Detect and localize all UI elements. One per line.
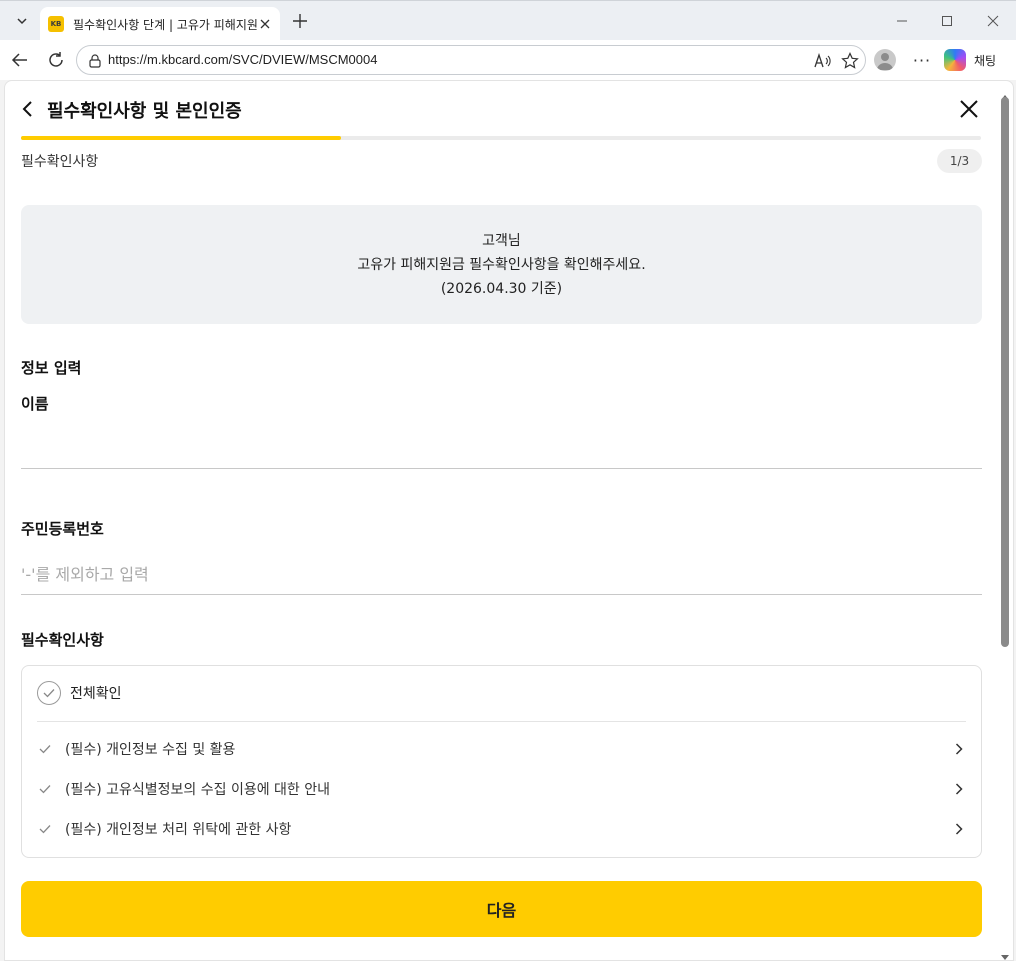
page-content: 필수확인사항 및 본인인증 필수확인사항 1/3 고객님 고유가 피해지원금 필…: [4, 80, 1014, 961]
step-label: 필수확인사항: [21, 154, 99, 170]
agreement-item-outsourcing[interactable]: (필수) 개인정보 처리 위탁에 관한 사항: [37, 817, 967, 841]
browser-tabbar: KB 필수확인사항 단계 | 고유가 피해지원: [0, 0, 1016, 41]
tab-close-icon[interactable]: [256, 15, 274, 33]
tab-list-chevron-icon[interactable]: [8, 7, 36, 35]
name-label: 이름: [21, 395, 49, 413]
agreement-item-label: (필수) 고유식별정보의 수집 이용에 대한 안내: [65, 782, 331, 798]
step-counter-badge: 1/3: [937, 149, 982, 173]
rrn-label: 주민등록번호: [21, 520, 104, 538]
step-progress-bar: [21, 136, 981, 140]
agree-all-checkbox[interactable]: 전체확인: [37, 680, 122, 706]
agreement-item-label: (필수) 개인정보 처리 위탁에 관한 사항: [65, 822, 292, 838]
page-scrollbar-thumb[interactable]: [1001, 97, 1009, 647]
browser-tab[interactable]: KB 필수확인사항 단계 | 고유가 피해지원: [40, 7, 280, 41]
step-progress-fill: [21, 136, 341, 140]
copilot-icon: [944, 49, 966, 71]
url-text[interactable]: https://m.kbcard.com/SVC/DVIEW/MSCM0004: [108, 52, 377, 67]
url-field[interactable]: https://m.kbcard.com/SVC/DVIEW/MSCM0004: [76, 45, 866, 75]
back-chevron-icon[interactable]: [17, 97, 37, 121]
name-input[interactable]: [21, 429, 982, 469]
notice-box: 고객님 고유가 피해지원금 필수확인사항을 확인해주세요. (2026.04.3…: [21, 205, 982, 324]
site-info-lock-icon[interactable]: [87, 53, 103, 69]
copilot-label: 채팅: [974, 53, 997, 68]
agreements-box: 전체확인 (필수) 개인정보 수집 및 활용 (필수) 고유식별정보의 수집 이…: [21, 665, 982, 858]
favorite-star-icon[interactable]: [840, 51, 860, 71]
chevron-right-icon[interactable]: [951, 781, 967, 797]
more-options-icon[interactable]: ···: [910, 48, 934, 72]
tab-title: 필수확인사항 단계 | 고유가 피해지원: [73, 17, 258, 32]
rrn-input[interactable]: [21, 555, 982, 595]
chevron-right-icon[interactable]: [951, 821, 967, 837]
back-arrow-icon[interactable]: [6, 46, 34, 74]
window-close-icon[interactable]: [979, 9, 1007, 33]
reload-icon[interactable]: [42, 46, 70, 74]
check-icon: [37, 781, 53, 797]
profile-avatar-icon[interactable]: [874, 49, 896, 71]
agreement-item-unique-id[interactable]: (필수) 고유식별정보의 수집 이용에 대한 안내: [37, 777, 967, 801]
notice-date: (2026.04.30 기준): [440, 280, 563, 297]
info-section-title: 정보 입력: [21, 359, 82, 377]
check-icon: [37, 741, 53, 757]
agree-all-label: 전체확인: [70, 686, 122, 702]
close-icon[interactable]: [957, 97, 981, 121]
agreement-item-personal-info[interactable]: (필수) 개인정보 수집 및 활용: [37, 737, 967, 761]
read-aloud-icon[interactable]: [813, 51, 833, 71]
address-bar: https://m.kbcard.com/SVC/DVIEW/MSCM0004 …: [0, 40, 1016, 80]
new-tab-plus-icon[interactable]: [288, 9, 312, 33]
circle-check-icon: [37, 681, 61, 705]
next-button[interactable]: 다음: [21, 881, 982, 937]
scroll-up-arrow-icon[interactable]: [1001, 87, 1009, 100]
page-header: 필수확인사항 및 본인인증: [5, 81, 1005, 137]
kb-favicon-icon: KB: [48, 16, 64, 32]
minimize-icon[interactable]: [888, 9, 916, 33]
check-icon: [37, 821, 53, 837]
page-title: 필수확인사항 및 본인인증: [47, 101, 242, 122]
divider: [37, 721, 966, 722]
notice-greeting: 고객님: [482, 232, 521, 249]
maximize-icon[interactable]: [933, 9, 961, 33]
agreement-item-label: (필수) 개인정보 수집 및 활용: [65, 742, 236, 758]
chevron-right-icon[interactable]: [951, 741, 967, 757]
scroll-down-arrow-icon[interactable]: [1001, 946, 1009, 960]
agreements-section-title: 필수확인사항: [21, 631, 104, 649]
copilot-chat-button[interactable]: 채팅: [944, 45, 1008, 75]
notice-message: 고유가 피해지원금 필수확인사항을 확인해주세요.: [357, 256, 646, 273]
